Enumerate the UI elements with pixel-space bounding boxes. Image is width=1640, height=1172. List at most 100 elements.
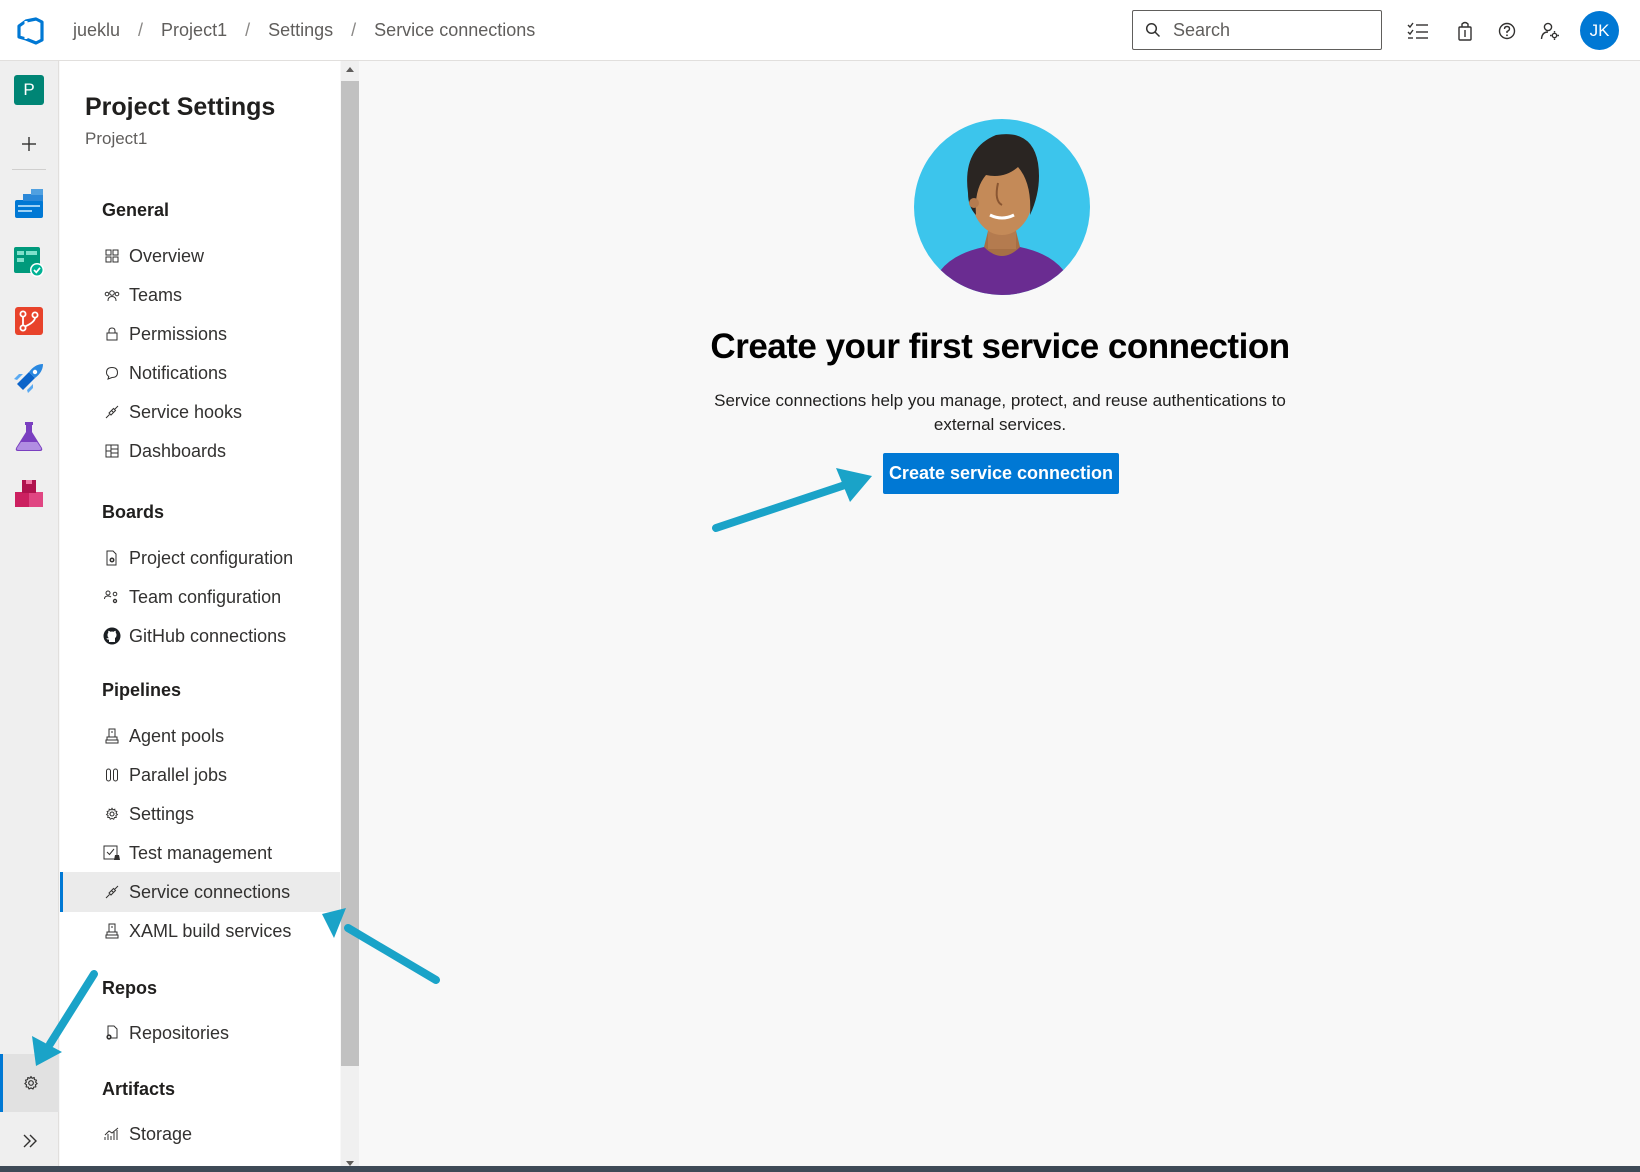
breadcrumb-separator: /: [351, 20, 357, 40]
empty-state-title: Create your first service connection: [710, 327, 1290, 366]
overview-icon: [103, 247, 121, 265]
chart-icon: [103, 1125, 121, 1143]
nav-item-parallel-jobs[interactable]: Parallel jobs: [60, 755, 340, 795]
agent-icon: [103, 727, 121, 745]
breadcrumb-organization[interactable]: jueklu: [73, 20, 120, 41]
nav-item-pipeline-settings[interactable]: Settings: [60, 794, 340, 834]
nav-item-label: Repositories: [129, 1022, 230, 1043]
double-chevron-right-icon: [23, 1134, 37, 1148]
gear-icon: [103, 805, 121, 823]
test-plans-app-icon[interactable]: [12, 419, 46, 453]
nav-item-service-hooks[interactable]: Service hooks: [60, 392, 340, 432]
teams-icon: [103, 286, 121, 304]
pipelines-app-icon[interactable]: [12, 361, 46, 395]
task-list-icon[interactable]: [1406, 19, 1430, 43]
nav-item-label: Storage: [129, 1123, 193, 1144]
user-settings-icon[interactable]: [1538, 19, 1562, 43]
nav-item-label: Settings: [129, 803, 195, 824]
repos-app-icon[interactable]: [12, 304, 46, 338]
rail-project-button[interactable]: P: [12, 73, 46, 107]
search-icon: [1145, 22, 1161, 38]
nav-subtitle: Project1: [85, 129, 148, 148]
breadcrumb: jueklu / Project1 / Settings / Service c…: [73, 20, 535, 41]
nav-item-label: GitHub connections: [129, 625, 287, 646]
nav-item-label: Project configuration: [129, 547, 294, 568]
nav-item-teams[interactable]: Teams: [60, 275, 340, 315]
nav-item-dashboards[interactable]: Dashboards: [60, 431, 340, 471]
nav-item-repositories[interactable]: Repositories: [60, 1013, 340, 1053]
nav-item-label: Teams: [129, 284, 183, 305]
lock-icon: [103, 325, 121, 343]
section-pipelines: Pipelines: [102, 680, 182, 700]
nav-item-project-configuration[interactable]: Project configuration: [60, 538, 340, 578]
team-gear-icon: [103, 588, 121, 606]
dashboard-icon: [103, 442, 121, 460]
project-settings-nav: Project Settings Project1 General Overvi…: [60, 61, 340, 1172]
chat-icon: [103, 364, 121, 382]
nav-item-label: Service hooks: [129, 401, 243, 422]
person-illustration: [914, 119, 1090, 295]
repo-icon: [103, 1024, 121, 1042]
scroll-up-arrow[interactable]: [346, 67, 354, 72]
breadcrumb-settings[interactable]: Settings: [268, 20, 333, 41]
section-artifacts: Artifacts: [102, 1079, 176, 1099]
main-content: Create your first service connection Ser…: [360, 61, 1640, 1172]
plug-icon: [103, 403, 121, 421]
project-settings-button[interactable]: [0, 1054, 59, 1112]
shopping-bag-icon[interactable]: [1453, 19, 1477, 43]
artifacts-app-icon[interactable]: [12, 477, 46, 511]
nav-title: Project Settings: [85, 93, 276, 121]
window-bottom-border: [0, 1166, 1640, 1172]
help-icon[interactable]: [1495, 19, 1519, 43]
nav-item-label: Team configuration: [129, 586, 282, 607]
empty-state-description: Service connections help you manage, pro…: [714, 391, 1286, 434]
section-boards: Boards: [102, 502, 165, 522]
create-service-connection-button[interactable]: Create service connection: [883, 453, 1119, 494]
parallel-icon: [103, 766, 121, 784]
overview-app-icon[interactable]: [12, 187, 46, 221]
nav-item-label: Service connections: [129, 881, 291, 902]
breadcrumb-current[interactable]: Service connections: [374, 20, 535, 41]
nav-item-team-configuration[interactable]: Team configuration: [60, 577, 340, 617]
search-input[interactable]: [1173, 19, 1353, 41]
nav-item-permissions[interactable]: Permissions: [60, 314, 340, 354]
nav-scrollbar[interactable]: [341, 61, 359, 1172]
nav-item-label: XAML build services: [129, 920, 292, 941]
add-icon[interactable]: [12, 127, 46, 161]
boards-app-icon[interactable]: [12, 245, 46, 279]
search-box[interactable]: [1132, 10, 1382, 50]
nav-item-label: Permissions: [129, 323, 228, 344]
breadcrumb-project[interactable]: Project1: [161, 20, 227, 41]
breadcrumb-separator: /: [245, 20, 251, 40]
nav-item-agent-pools[interactable]: Agent pools: [60, 716, 340, 756]
nav-item-notifications[interactable]: Notifications: [60, 353, 340, 393]
agent-icon: [103, 922, 121, 940]
nav-item-label: Notifications: [129, 362, 228, 383]
nav-item-label: Parallel jobs: [129, 764, 228, 785]
github-icon: [103, 627, 121, 645]
rail-divider: [12, 169, 46, 170]
project-badge: P: [14, 75, 44, 105]
nav-item-service-connections[interactable]: Service connections: [60, 872, 340, 912]
nav-item-storage[interactable]: Storage: [60, 1114, 340, 1154]
azure-devops-logo[interactable]: [16, 17, 44, 45]
left-rail: P: [0, 61, 59, 1172]
breadcrumb-separator: /: [138, 20, 144, 40]
nav-item-label: Agent pools: [129, 725, 225, 746]
test-icon: [103, 844, 121, 862]
nav-item-github-connections[interactable]: GitHub connections: [60, 616, 340, 656]
nav-item-xaml-build-services[interactable]: XAML build services: [60, 911, 340, 951]
nav-item-overview[interactable]: Overview: [60, 236, 340, 276]
section-general: General: [102, 200, 170, 220]
nav-item-label: Overview: [129, 245, 205, 266]
scroll-thumb[interactable]: [341, 81, 359, 1066]
nav-item-label: Test management: [129, 842, 273, 863]
nav-item-test-management[interactable]: Test management: [60, 833, 340, 873]
avatar[interactable]: JK: [1580, 11, 1619, 50]
nav-item-label: Dashboards: [129, 440, 227, 461]
top-bar: jueklu / Project1 / Settings / Service c…: [0, 0, 1640, 61]
gear-icon: [24, 1075, 38, 1090]
plug-icon: [103, 883, 121, 901]
expand-rail-button[interactable]: [0, 1121, 59, 1161]
section-repos: Repos: [102, 978, 158, 998]
